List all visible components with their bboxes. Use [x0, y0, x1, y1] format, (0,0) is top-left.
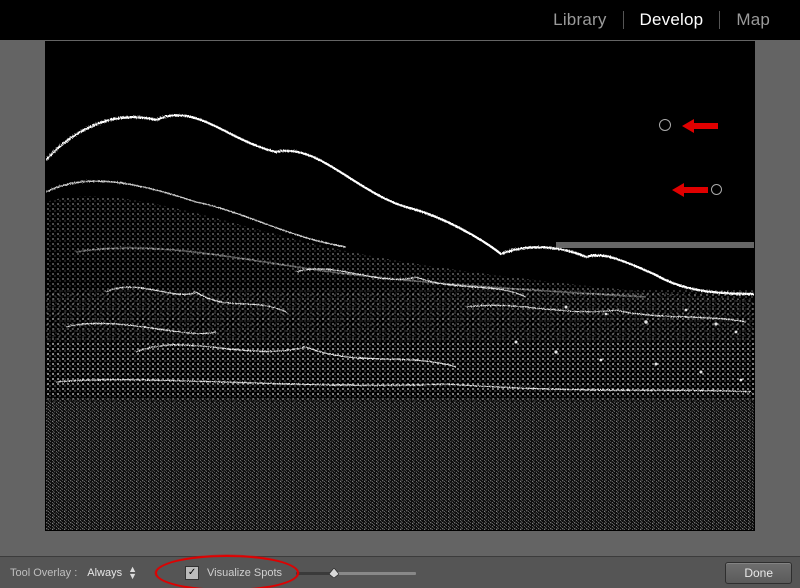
module-tab-map[interactable]: Map — [720, 9, 786, 31]
tool-overlay-label: Tool Overlay : — [10, 567, 77, 579]
visualize-spots-threshold-slider[interactable] — [296, 567, 416, 579]
module-tab-library[interactable]: Library — [537, 9, 622, 31]
tool-overlay-dropdown[interactable]: Always ▲▼ — [83, 564, 141, 582]
tool-overlay-value: Always — [87, 567, 122, 579]
module-tab-develop[interactable]: Develop — [624, 9, 720, 31]
done-button[interactable]: Done — [725, 562, 792, 584]
updown-arrows-icon: ▲▼ — [128, 566, 137, 580]
visualize-spots-control: ✓ Visualize Spots — [185, 566, 416, 580]
image-canvas[interactable] — [46, 42, 754, 530]
visualize-spots-preview — [46, 42, 754, 530]
visualize-spots-checkbox[interactable]: ✓ — [185, 566, 199, 580]
slider-thumb-icon[interactable] — [329, 568, 339, 578]
develop-toolbar: Tool Overlay : Always ▲▼ ✓ Visualize Spo… — [0, 556, 800, 588]
checkmark-icon: ✓ — [188, 568, 196, 578]
visualize-spots-label: Visualize Spots — [207, 567, 282, 579]
develop-canvas-background — [0, 40, 800, 556]
slider-track-empty — [334, 572, 416, 575]
module-picker: Library Develop Map — [0, 0, 800, 40]
